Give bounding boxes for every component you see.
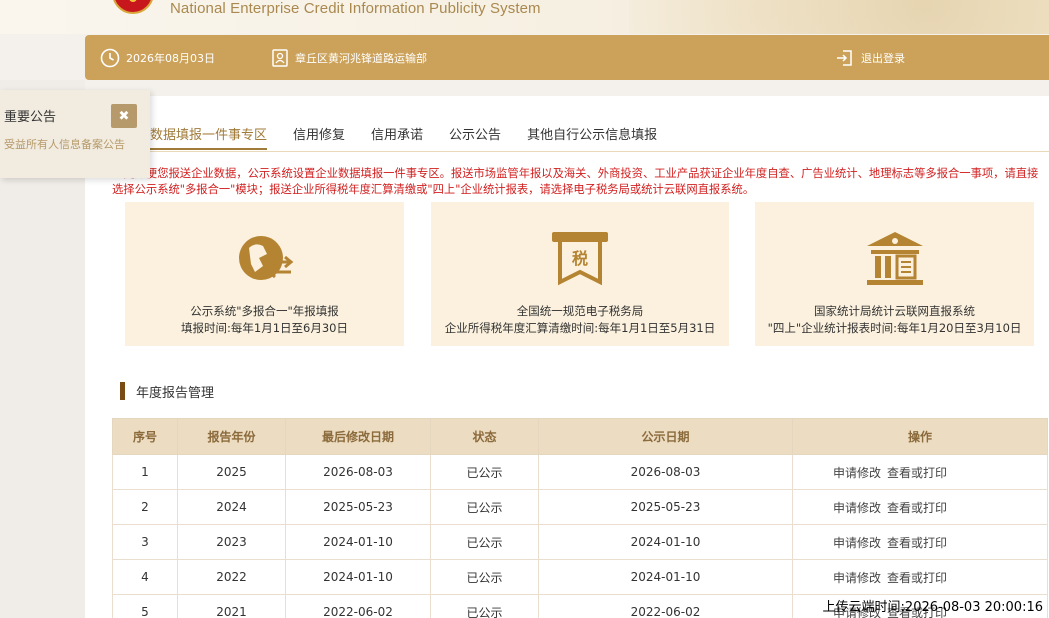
cell-status: 已公示 [430,559,539,595]
cell-actions: 申请修改 查看或打印 [792,559,1048,595]
request-modify-link[interactable]: 申请修改 [833,501,881,515]
table-row: 3 2023 2024-01-10 已公示 2024-01-10 申请修改 查看或… [112,524,1048,560]
cell-no: 3 [112,524,178,560]
intro-notice-text: 为更方便您报送企业数据，公示系统设置企业数据填报一件事专区。报送市场监管年报以及… [112,167,1039,196]
cell-modified-date: 2025-05-23 [285,489,431,525]
request-modify-link[interactable]: 申请修改 [833,466,881,480]
cell-status: 已公示 [430,524,539,560]
cell-actions: 申请修改 查看或打印 [792,454,1048,490]
section-heading: 年度报告管理 [120,381,214,401]
request-modify-link[interactable]: 申请修改 [833,571,881,585]
card-subtitle: 企业所得税年度汇算清缴时间:每年1月1日至5月31日 [444,321,716,335]
tab-other-self-disclosure[interactable]: 其他自行公示信息填报 [527,124,657,150]
national-emblem-icon [112,0,154,14]
cell-no: 4 [112,559,178,595]
tab-public-announcements[interactable]: 公示公告 [449,124,501,150]
view-print-link[interactable]: 查看或打印 [887,536,947,550]
organization-display: 章丘区黄河兆锋道路运输部 [271,35,427,80]
statistics-bureau-icon [863,226,927,290]
table-row: 1 2025 2026-08-03 已公示 2026-08-03 申请修改 查看或… [112,454,1048,490]
cell-publish-date: 2026-08-03 [538,454,793,490]
table-row: 2 2024 2025-05-23 已公示 2025-05-23 申请修改 查看或… [112,489,1048,525]
column-header: 最后修改日期 [285,418,431,455]
section-title: 年度报告管理 [136,385,215,401]
card-subtitle: "四上"企业统计报表时间:每年1月20日至3月10日 [767,321,1022,335]
site-header: National Enterprise Credit Information P… [0,0,1049,34]
view-print-link[interactable]: 查看或打印 [887,501,947,515]
card-title: 公示系统"多报合一"年报填报 [190,304,339,318]
organization-name: 章丘区黄河兆锋道路运输部 [295,51,427,65]
table-header-row: 序号 报告年份 最后修改日期 状态 公示日期 操作 [112,418,1048,455]
section-marker [120,382,125,400]
notice-link[interactable]: 受益所有人信息备案公告 [4,136,125,152]
cell-actions: 申请修改 查看或打印 [792,489,1048,525]
tab-credit-commitment[interactable]: 信用承诺 [371,124,423,150]
svg-text:税: 税 [572,249,588,268]
user-info-bar: 2026年08月03日 章丘区黄河兆锋道路运输部 退出登录 [85,35,1049,80]
cell-status: 已公示 [430,454,539,490]
company-badge-icon [271,48,289,68]
cell-year: 2023 [177,524,286,560]
cell-modified-date: 2022-06-02 [285,594,431,618]
cell-actions: 申请修改 查看或打印 [792,524,1048,560]
annual-report-table: 序号 报告年份 最后修改日期 状态 公示日期 操作 1 2025 2026-08… [112,418,1048,618]
cell-modified-date: 2024-01-10 [285,559,431,595]
cell-no: 1 [112,454,178,490]
cell-year: 2021 [177,594,286,618]
cell-modified-date: 2024-01-10 [285,524,431,560]
cell-year: 2022 [177,559,286,595]
cell-no: 5 [112,594,178,618]
system-name-en: National Enterprise Credit Information P… [170,0,541,17]
page: National Enterprise Credit Information P… [0,0,1049,618]
card-subtitle: 填报时间:每年1月1日至6月30日 [181,321,348,335]
card-electronic-tax-bureau[interactable]: 税 全国统一规范电子税务局 企业所得税年度汇算清缴时间:每年1月1日至5月31日 [431,202,729,346]
cell-modified-date: 2026-08-03 [285,454,431,490]
cell-publish-date: 2025-05-23 [538,489,793,525]
view-print-link[interactable]: 查看或打印 [887,571,947,585]
tab-bar: 企业数据填报一件事专区 信用修复 信用承诺 公示公告 其他自行公示信息填报 [124,124,683,150]
cell-status: 已公示 [430,489,539,525]
logout-label[interactable]: 退出登录 [861,50,905,66]
cell-no: 2 [112,489,178,525]
cell-status: 已公示 [430,594,539,618]
cell-publish-date: 2022-06-02 [538,594,793,618]
clock-icon [100,48,120,68]
table-row: 4 2022 2024-01-10 已公示 2024-01-10 申请修改 查看或… [112,559,1048,595]
notice-title: 重要公告 [4,110,57,125]
logout-button[interactable]: 退出登录 [835,35,905,80]
column-header: 状态 [430,418,539,455]
header-pattern [629,0,1049,34]
column-header: 序号 [112,418,178,455]
card-title: 国家统计局统计云联网直报系统 [814,304,975,318]
upload-timestamp: 上传云端时间:2026-08-03 20:00:16 [822,600,1043,615]
column-header: 操作 [792,418,1048,455]
cell-year: 2024 [177,489,286,525]
column-header: 公示日期 [538,418,793,455]
tab-divider [112,151,1049,152]
view-print-link[interactable]: 查看或打印 [887,466,947,480]
card-annual-report-filing[interactable]: 公示系统"多报合一"年报填报 填报时间:每年1月1日至6月30日 [125,202,404,346]
globe-transfer-icon [233,226,297,290]
logout-icon [835,48,855,68]
date-display: 2026年08月03日 [100,35,215,80]
cell-publish-date: 2024-01-10 [538,559,793,595]
column-header: 报告年份 [177,418,286,455]
cell-year: 2025 [177,454,286,490]
date-text: 2026年08月03日 [126,51,215,65]
close-icon[interactable]: ✖ [111,104,137,128]
card-statistics-direct-reporting[interactable]: 国家统计局统计云联网直报系统 "四上"企业统计报表时间:每年1月20日至3月10… [755,202,1034,346]
tab-credit-repair[interactable]: 信用修复 [293,124,345,150]
cell-publish-date: 2024-01-10 [538,524,793,560]
important-notice-popup: 重要公告 ✖ 受益所有人信息备案公告 [0,90,150,178]
tax-icon: 税 [548,226,612,290]
request-modify-link[interactable]: 申请修改 [833,536,881,550]
card-title: 全国统一规范电子税务局 [516,304,644,318]
